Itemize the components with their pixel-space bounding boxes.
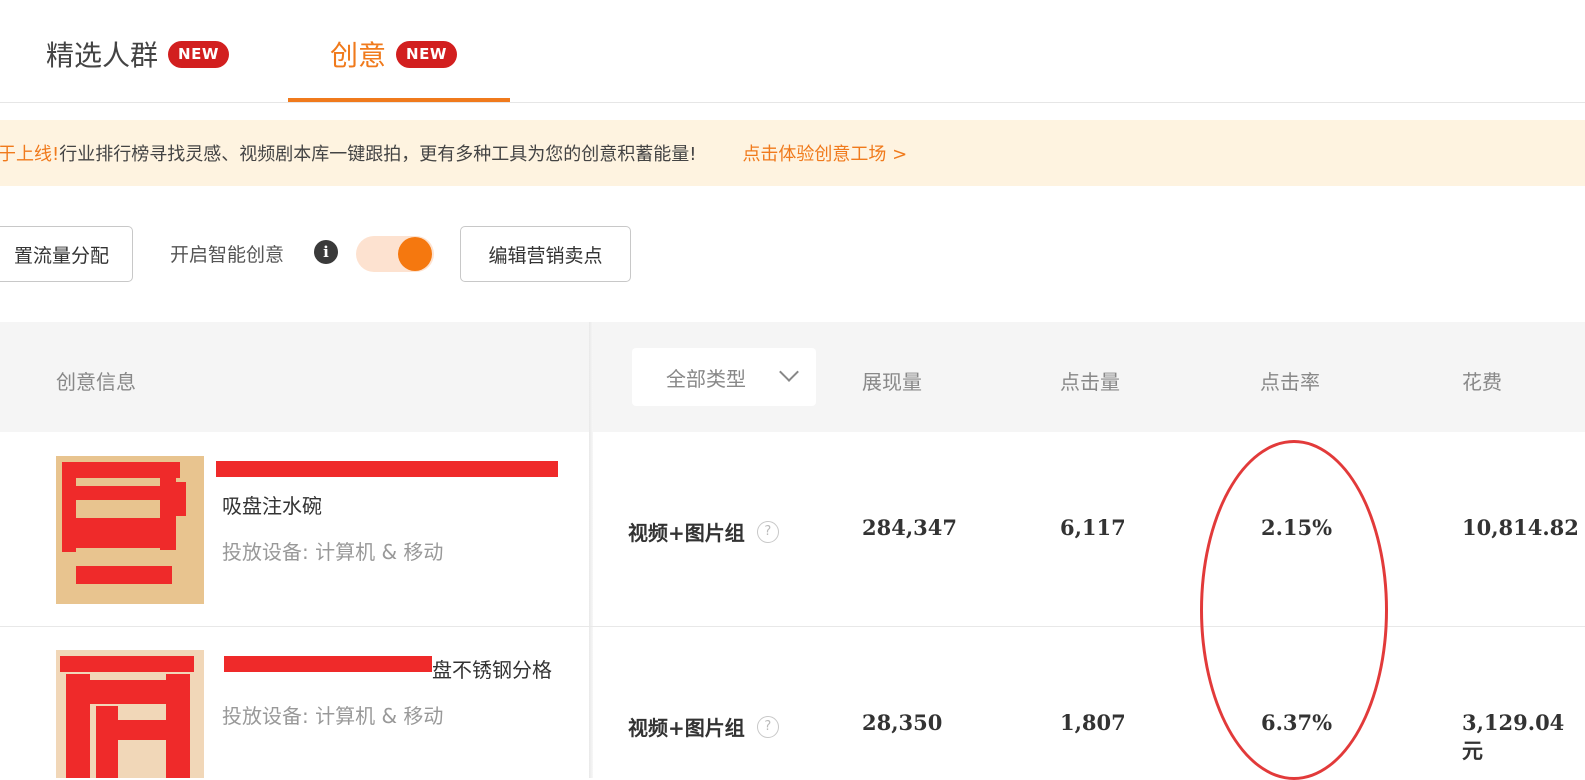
tab-bar: 精选人群 NEW 创意 NEW xyxy=(0,0,1585,103)
redaction-mark xyxy=(166,674,190,778)
redaction-mark xyxy=(174,482,186,516)
type-filter-select[interactable]: 全部类型 xyxy=(632,348,816,406)
creative-workshop-link[interactable]: 点击体验创意工场 > xyxy=(742,140,907,166)
smart-creative-toggle[interactable] xyxy=(356,236,434,272)
creative-type-text: 视频+图片组 xyxy=(628,716,745,740)
device-info: 投放设备: 计算机 & 移动 xyxy=(222,540,444,564)
clicks-value: 6,117 xyxy=(1060,515,1126,540)
redaction-mark xyxy=(64,518,164,548)
tab-creative[interactable]: 创意 NEW xyxy=(330,34,457,74)
header-cost[interactable]: 花费 xyxy=(1462,366,1502,395)
redaction-mark xyxy=(66,674,90,778)
notice-text: 行业排行榜寻找灵感、视频剧本库一键跟拍，更有多种工具为您的创意积蓄能量! xyxy=(59,144,697,165)
notice-bar: 于上线! 行业排行榜寻找灵感、视频剧本库一键跟拍，更有多种工具为您的创意积蓄能量… xyxy=(0,120,1585,186)
clicks-value: 1,807 xyxy=(1060,710,1126,735)
chevron-down-icon xyxy=(779,362,799,382)
cost-value: 3,129.04元 xyxy=(1462,710,1565,763)
header-ctr[interactable]: 点击率 xyxy=(1260,366,1320,395)
header-impressions[interactable]: 展现量 xyxy=(862,366,922,395)
tab-label: 精选人群 xyxy=(46,39,159,72)
tab-selected-audience[interactable]: 精选人群 NEW xyxy=(46,34,229,74)
creative-type-text: 视频+图片组 xyxy=(628,521,745,545)
traffic-allocation-button[interactable]: 置流量分配 xyxy=(0,226,133,282)
edit-selling-points-button[interactable]: 编辑营销卖点 xyxy=(460,226,631,282)
creative-type: 视频+图片组 ? xyxy=(628,712,779,741)
redaction-mark xyxy=(224,656,432,672)
help-icon[interactable]: ? xyxy=(756,520,779,543)
creative-name[interactable]: 吸盘注水碗 xyxy=(222,490,322,519)
redaction-mark xyxy=(96,706,118,778)
new-badge: NEW xyxy=(168,40,229,68)
ctr-highlight-annotation xyxy=(1200,440,1388,780)
redaction-mark xyxy=(60,656,194,672)
header-creative-info: 创意信息 xyxy=(56,370,136,394)
smart-creative-label: 开启智能创意 xyxy=(170,244,285,266)
frozen-column-shadow xyxy=(589,322,593,778)
type-filter-value: 全部类型 xyxy=(666,366,746,391)
info-icon[interactable]: i xyxy=(314,240,338,264)
creative-name[interactable]: 盘不锈钢分格 xyxy=(432,654,552,683)
toggle-knob xyxy=(398,237,432,271)
creative-thumbnail[interactable] xyxy=(56,650,204,778)
redaction-mark xyxy=(68,486,172,500)
notice-lead: 于上线! xyxy=(0,144,60,165)
header-clicks[interactable]: 点击量 xyxy=(1060,366,1120,395)
redaction-mark xyxy=(216,461,558,477)
device-info: 投放设备: 计算机 & 移动 xyxy=(222,704,444,728)
impressions-value: 28,350 xyxy=(862,710,943,735)
creative-type: 视频+图片组 ? xyxy=(628,517,779,546)
tab-label: 创意 xyxy=(330,39,387,72)
creative-thumbnail[interactable] xyxy=(56,456,204,604)
active-tab-indicator xyxy=(288,98,510,102)
help-icon[interactable]: ? xyxy=(756,715,779,738)
impressions-value: 284,347 xyxy=(862,515,957,540)
cost-value: 10,814.82 xyxy=(1462,515,1579,540)
new-badge: NEW xyxy=(396,40,457,68)
redaction-mark xyxy=(76,566,172,584)
